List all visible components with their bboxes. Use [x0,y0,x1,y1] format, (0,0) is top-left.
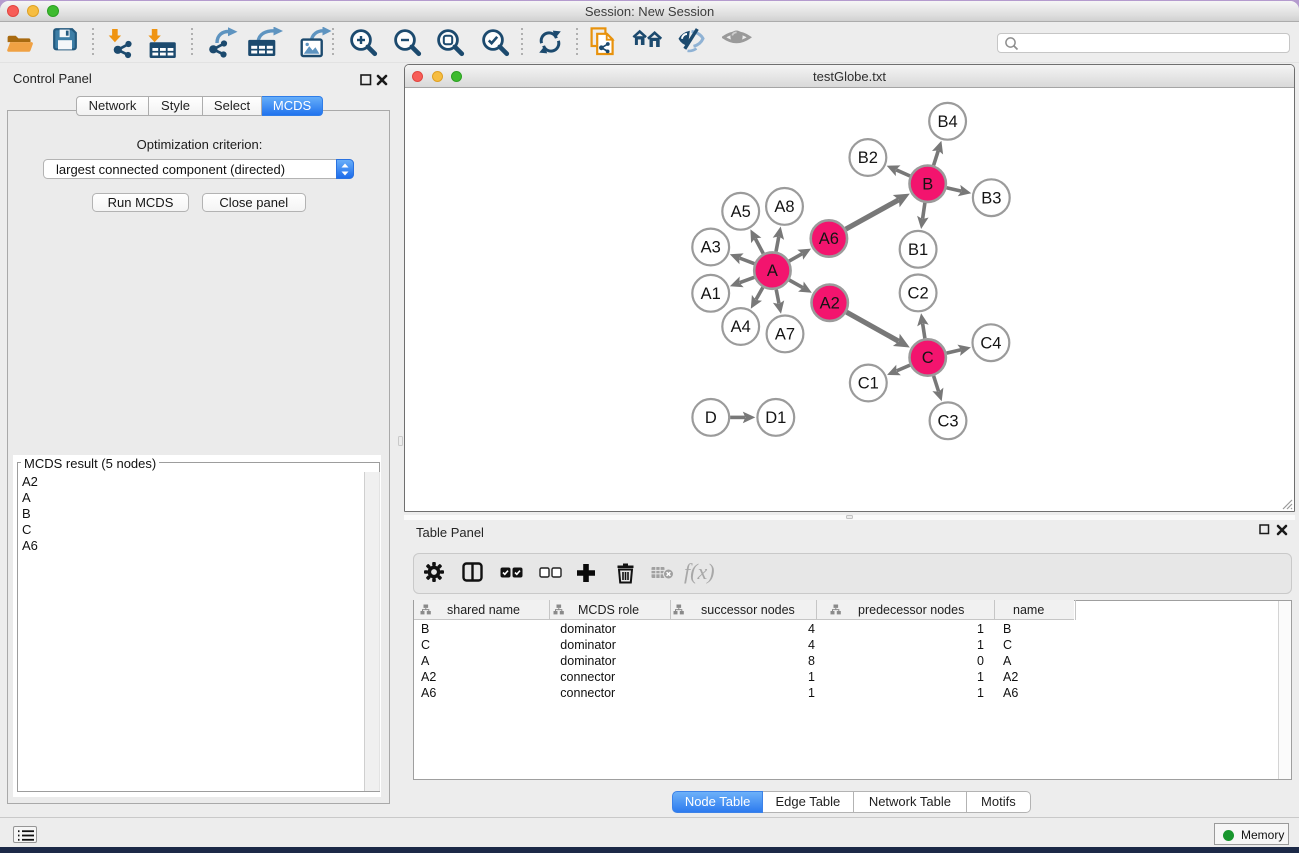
svg-text:A7: A7 [775,326,795,344]
svg-text:B4: B4 [938,113,958,131]
svg-text:D1: D1 [765,409,786,427]
svg-text:A8: A8 [774,198,794,216]
svg-text:C3: C3 [937,412,958,430]
svg-text:B1: B1 [908,241,928,259]
svg-text:D: D [705,409,717,427]
svg-text:C4: C4 [980,334,1001,352]
svg-text:B3: B3 [981,189,1001,207]
svg-text:C1: C1 [858,375,879,393]
svg-text:B2: B2 [858,149,878,167]
svg-text:A5: A5 [731,203,751,221]
svg-text:A3: A3 [701,239,721,257]
svg-text:A: A [767,262,778,280]
svg-text:A4: A4 [731,318,751,336]
svg-text:A6: A6 [819,230,839,248]
svg-text:C: C [922,349,934,367]
svg-text:A2: A2 [820,294,840,312]
svg-text:C2: C2 [908,285,929,303]
svg-text:A1: A1 [701,285,721,303]
svg-text:B: B [922,175,933,193]
